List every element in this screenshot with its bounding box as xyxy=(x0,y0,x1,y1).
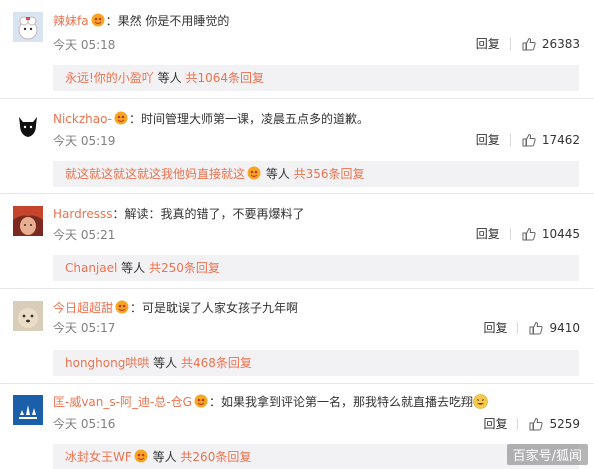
avatar-image xyxy=(13,111,43,141)
comment-item: 匡-威van_s-阿_迪-总-仓G ：如果我拿到评论第一名，那我特么就直播去吃翔 … xyxy=(0,384,594,469)
comment-time: 今天 05:18 xyxy=(53,38,116,52)
grin-emoji-icon xyxy=(473,394,488,409)
comment-text: 时间管理大师第一课，凌晨五点多的道歉。 xyxy=(141,112,370,126)
divider xyxy=(517,418,519,430)
comment-item: Hardresss：解读：我真的错了，不要再爆料了 今天 05:21 回复 10… xyxy=(0,194,594,288)
like-count: 9410 xyxy=(549,321,580,335)
separator: ： xyxy=(112,207,125,221)
comment-actions: 回复 17462 xyxy=(476,132,580,148)
vip-badge-icon xyxy=(114,111,128,125)
like-button[interactable]: 10445 xyxy=(522,226,580,242)
divider xyxy=(517,322,519,334)
reply-preview[interactable]: Chanjael 等人 共250条回复 xyxy=(53,255,579,281)
comment-line: 匡-威van_s-阿_迪-总-仓G ：如果我拿到评论第一名，那我特么就直播去吃翔 xyxy=(53,394,584,410)
reply-count-link[interactable]: 共356条回复 xyxy=(294,167,365,181)
avatar[interactable] xyxy=(13,206,43,236)
reply-middle-text: 等人 xyxy=(262,167,294,181)
avatar-image xyxy=(13,395,43,425)
comment-time: 今天 05:17 xyxy=(53,321,116,335)
like-button[interactable]: 5259 xyxy=(529,416,580,432)
like-button[interactable]: 26383 xyxy=(522,36,580,52)
vip-badge-icon xyxy=(134,449,148,463)
vip-badge-icon xyxy=(115,300,129,314)
reply-count-link[interactable]: 共250条回复 xyxy=(149,261,220,275)
comment-actions: 回复 10445 xyxy=(476,226,580,242)
thumbs-up-icon xyxy=(522,227,536,241)
reply-middle-text: 等人 xyxy=(117,261,149,275)
divider xyxy=(509,134,511,146)
username-link[interactable]: 辣妹fa xyxy=(53,14,89,28)
comment-actions: 回复 9410 xyxy=(483,320,580,336)
thumbs-up-icon xyxy=(529,417,544,431)
divider xyxy=(509,38,511,50)
divider xyxy=(509,228,511,240)
comment-item: Nickzhao- ：时间管理大师第一课，凌晨五点多的道歉。 今天 05:19 回… xyxy=(0,99,594,193)
reply-button[interactable]: 回复 xyxy=(483,416,507,432)
reply-middle-text: 等人 xyxy=(149,356,181,370)
username-link[interactable]: Hardresss xyxy=(53,207,113,221)
separator: ： xyxy=(129,112,142,126)
comment-time: 今天 05:16 xyxy=(53,417,116,431)
reply-username[interactable]: honghong哄哄 xyxy=(65,356,149,370)
username-link[interactable]: 今日超超甜 xyxy=(53,301,113,315)
like-button[interactable]: 17462 xyxy=(522,132,580,148)
vip-badge-icon xyxy=(91,13,105,27)
comment-text: 可是耽误了人家女孩子九年啊 xyxy=(142,301,299,315)
like-count: 10445 xyxy=(541,227,580,241)
reply-count-link[interactable]: 共260条回复 xyxy=(180,450,251,464)
reply-middle-text: 等人 xyxy=(148,450,181,464)
comment-actions: 回复 26383 xyxy=(476,36,580,52)
separator: ： xyxy=(208,395,221,409)
comment-item: 辣妹fa ：果然 你是不用睡觉的 今天 05:18 回复 26383 永远!你的小… xyxy=(0,0,594,93)
comment-item: 今日超超甜 ：可是耽误了人家女孩子九年啊 今天 05:17 回复 9410 hon… xyxy=(0,289,594,383)
like-button[interactable]: 9410 xyxy=(529,320,580,336)
avatar-image xyxy=(13,206,43,236)
reply-preview[interactable]: 就这就这就这就这我他妈直接就这 等人 共356条回复 xyxy=(53,161,579,187)
like-count: 17462 xyxy=(541,133,580,147)
watermark: 百家号/狐闻 xyxy=(506,444,588,465)
reply-count-link[interactable]: 共1064条回复 xyxy=(185,71,264,85)
thumbs-up-icon xyxy=(529,321,544,335)
avatar[interactable] xyxy=(13,395,43,425)
username-link[interactable]: Nickzhao- xyxy=(53,112,112,126)
avatar[interactable] xyxy=(13,111,43,141)
comment-actions: 回复 5259 xyxy=(483,416,580,432)
reply-button[interactable]: 回复 xyxy=(476,36,500,52)
reply-button[interactable]: 回复 xyxy=(476,132,500,148)
reply-preview[interactable]: 永远!你的小盈吖 等人 共1064条回复 xyxy=(53,65,579,91)
comment-line: Hardresss：解读：我真的错了，不要再爆料了 xyxy=(53,206,584,222)
comment-line: 辣妹fa ：果然 你是不用睡觉的 xyxy=(53,13,584,29)
like-count: 5259 xyxy=(549,417,580,431)
comment-time: 今天 05:21 xyxy=(53,228,116,242)
comment-line: 今日超超甜 ：可是耽误了人家女孩子九年啊 xyxy=(53,300,584,316)
reply-button[interactable]: 回复 xyxy=(483,320,507,336)
username-link[interactable]: 匡-威van_s-阿_迪-总-仓G xyxy=(53,395,192,409)
reply-preview[interactable]: honghong哄哄 等人 共468条回复 xyxy=(53,350,579,376)
comment-line: Nickzhao- ：时间管理大师第一课，凌晨五点多的道歉。 xyxy=(53,111,584,127)
comment-text: 如果我拿到评论第一名，那我特么就直播去吃翔 xyxy=(220,395,473,409)
comment-text: 果然 你是不用睡觉的 xyxy=(117,14,230,28)
reply-preview[interactable]: 冰封女王WF 等人 共260条回复 xyxy=(53,444,579,469)
vip-badge-icon xyxy=(247,166,261,180)
separator: ： xyxy=(130,301,143,315)
reply-count-link[interactable]: 共468条回复 xyxy=(181,356,252,370)
reply-username[interactable]: 永远!你的小盈吖 xyxy=(65,71,154,85)
like-count: 26383 xyxy=(541,37,580,51)
vip-badge-icon xyxy=(194,394,208,408)
separator: ： xyxy=(105,14,118,28)
reply-username[interactable]: 冰封女王WF xyxy=(65,450,132,464)
reply-middle-text: 等人 xyxy=(153,71,186,85)
avatar-image xyxy=(13,301,43,331)
avatar[interactable] xyxy=(13,12,43,42)
thumbs-up-icon xyxy=(522,133,536,147)
reply-username[interactable]: 就这就这就这就这我他妈直接就这 xyxy=(65,167,245,181)
avatar-image xyxy=(13,12,43,42)
reply-username[interactable]: Chanjael xyxy=(65,261,117,275)
comment-time: 今天 05:19 xyxy=(53,134,116,148)
thumbs-up-icon xyxy=(522,37,536,51)
reply-button[interactable]: 回复 xyxy=(476,226,500,242)
avatar[interactable] xyxy=(13,301,43,331)
comment-text: 解读：我真的错了，不要再爆料了 xyxy=(124,207,305,221)
